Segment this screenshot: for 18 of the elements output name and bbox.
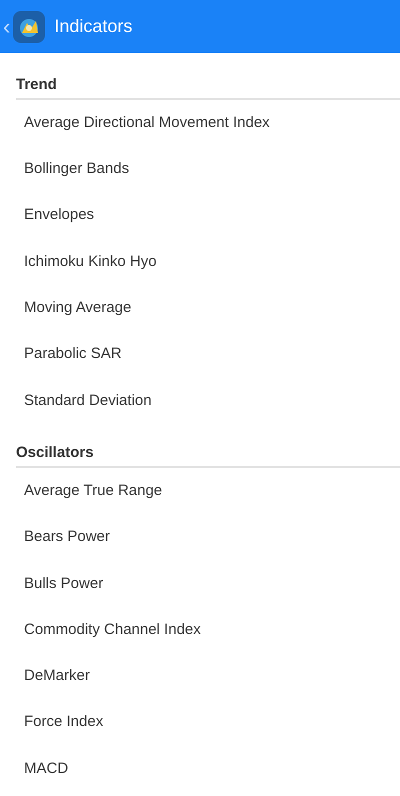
indicator-item[interactable]: Standard Deviation [0, 378, 400, 424]
indicator-item[interactable]: Moving Average [0, 285, 400, 332]
indicator-item[interactable]: Parabolic SAR [0, 331, 400, 378]
indicator-item[interactable]: Bollinger Bands [0, 146, 400, 193]
indicator-item[interactable]: Commodity Channel Index [0, 606, 400, 654]
indicator-item[interactable]: Average True Range [0, 468, 400, 514]
indicator-item[interactable]: Force Index [0, 700, 400, 746]
screen-title: Indicators [54, 15, 132, 38]
section-header: Oscillators [16, 442, 94, 463]
indicator-item[interactable]: Average Directional Movement Index [0, 100, 400, 146]
indicator-item[interactable]: Envelopes [0, 192, 400, 239]
indicator-item[interactable]: Bears Power [0, 514, 400, 561]
indicator-item[interactable]: MACD [0, 746, 400, 792]
app-logo-icon [13, 10, 46, 42]
indicator-item[interactable]: Bulls Power [0, 560, 400, 607]
indicator-item[interactable]: Ichimoku Kinko Hyo [0, 238, 400, 286]
section-header: Trend [16, 74, 57, 94]
indicator-item[interactable]: DeMarker [0, 653, 400, 700]
